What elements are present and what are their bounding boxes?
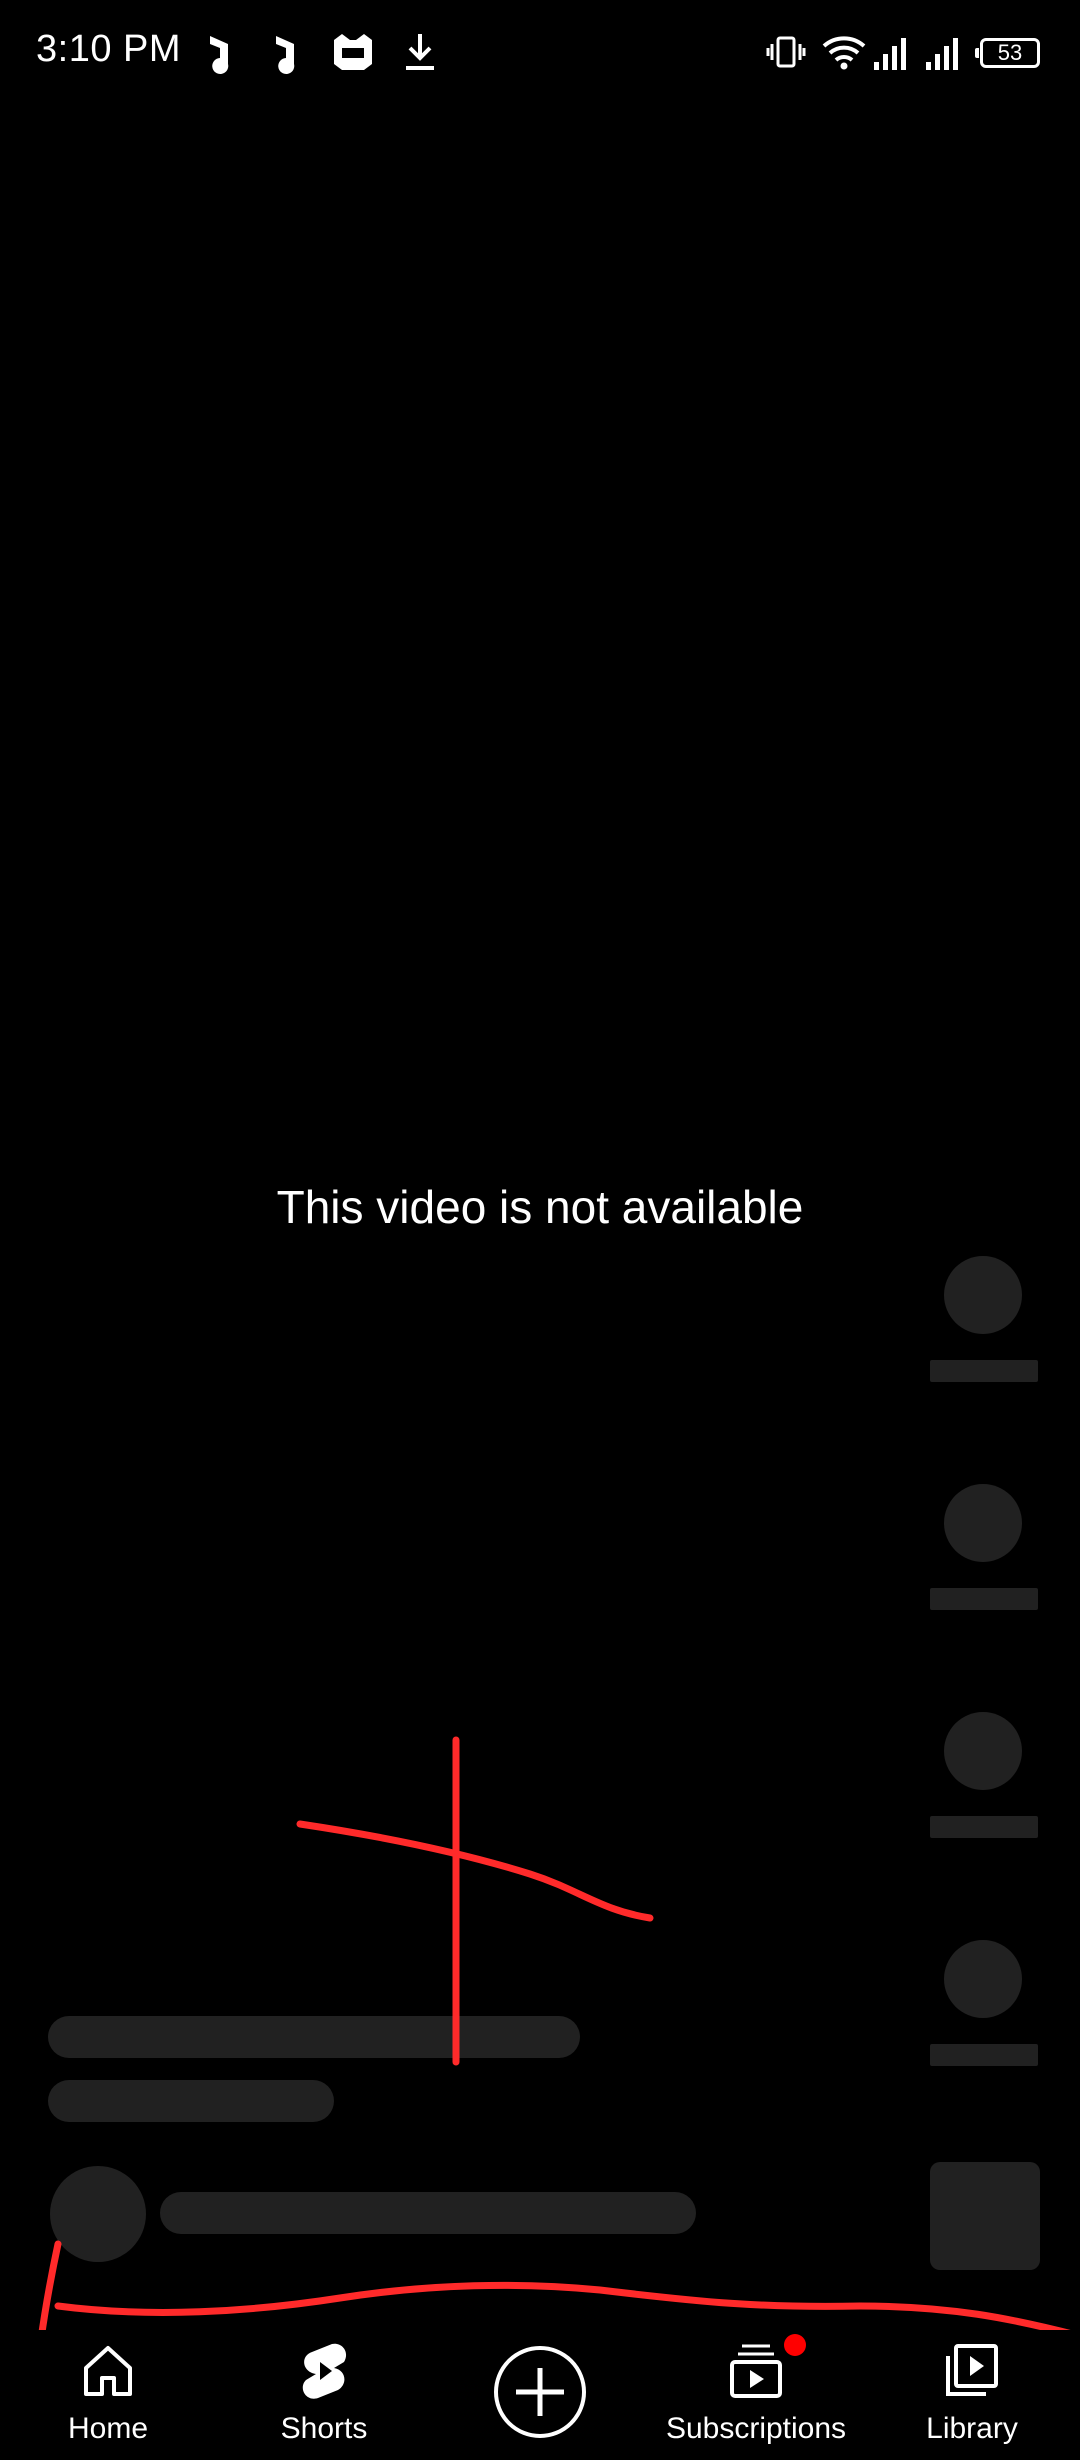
nav-label-subscriptions: Subscriptions	[665, 2412, 847, 2445]
notification-badge	[784, 2334, 806, 2356]
nav-label-home: Home	[67, 2412, 149, 2445]
bottom-navigation: Home Shorts Subscriptions Library	[0, 2330, 1080, 2460]
avatar[interactable]	[50, 2166, 146, 2262]
nav-label-library: Library	[926, 2412, 1018, 2445]
nav-home[interactable]: Home	[0, 2330, 216, 2460]
dislike-label-placeholder	[930, 1588, 1038, 1610]
home-icon	[78, 2340, 138, 2400]
share-button-placeholder[interactable]	[944, 1940, 1022, 2018]
nav-library[interactable]: Library	[864, 2330, 1080, 2460]
nav-label-shorts: Shorts	[280, 2412, 368, 2445]
download-icon	[400, 30, 440, 74]
battery-icon: 53	[975, 38, 1040, 68]
vibrate-icon	[766, 30, 806, 74]
dislike-button-placeholder[interactable]	[944, 1484, 1022, 1562]
nav-create[interactable]	[432, 2330, 648, 2460]
subscriptions-icon	[726, 2340, 786, 2400]
library-icon	[942, 2340, 1002, 2400]
game-controller-icon	[330, 30, 376, 74]
video-unavailable-message: This video is not available	[276, 1181, 804, 1233]
comments-count-placeholder	[930, 1816, 1038, 1838]
title-placeholder	[48, 2016, 580, 2058]
status-time: 3:10 PM	[36, 28, 182, 70]
like-button-placeholder[interactable]	[944, 1256, 1022, 1334]
status-bar: 3:10 PM 53	[0, 0, 1080, 110]
create-plus-icon	[492, 2344, 588, 2440]
signal-icon	[870, 30, 910, 74]
wifi-icon	[820, 30, 868, 74]
like-count-placeholder	[930, 1360, 1038, 1382]
subtitle-placeholder	[48, 2080, 334, 2122]
channel-name-placeholder	[160, 2192, 696, 2234]
nav-subscriptions[interactable]: Subscriptions	[648, 2330, 864, 2460]
signal-icon	[922, 30, 962, 74]
music-note-icon	[266, 30, 306, 74]
music-note-icon	[200, 30, 240, 74]
share-label-placeholder	[930, 2044, 1038, 2066]
sound-thumbnail-placeholder[interactable]	[930, 2162, 1040, 2270]
nav-shorts[interactable]: Shorts	[216, 2330, 432, 2460]
comments-button-placeholder[interactable]	[944, 1712, 1022, 1790]
shorts-icon	[294, 2340, 354, 2400]
